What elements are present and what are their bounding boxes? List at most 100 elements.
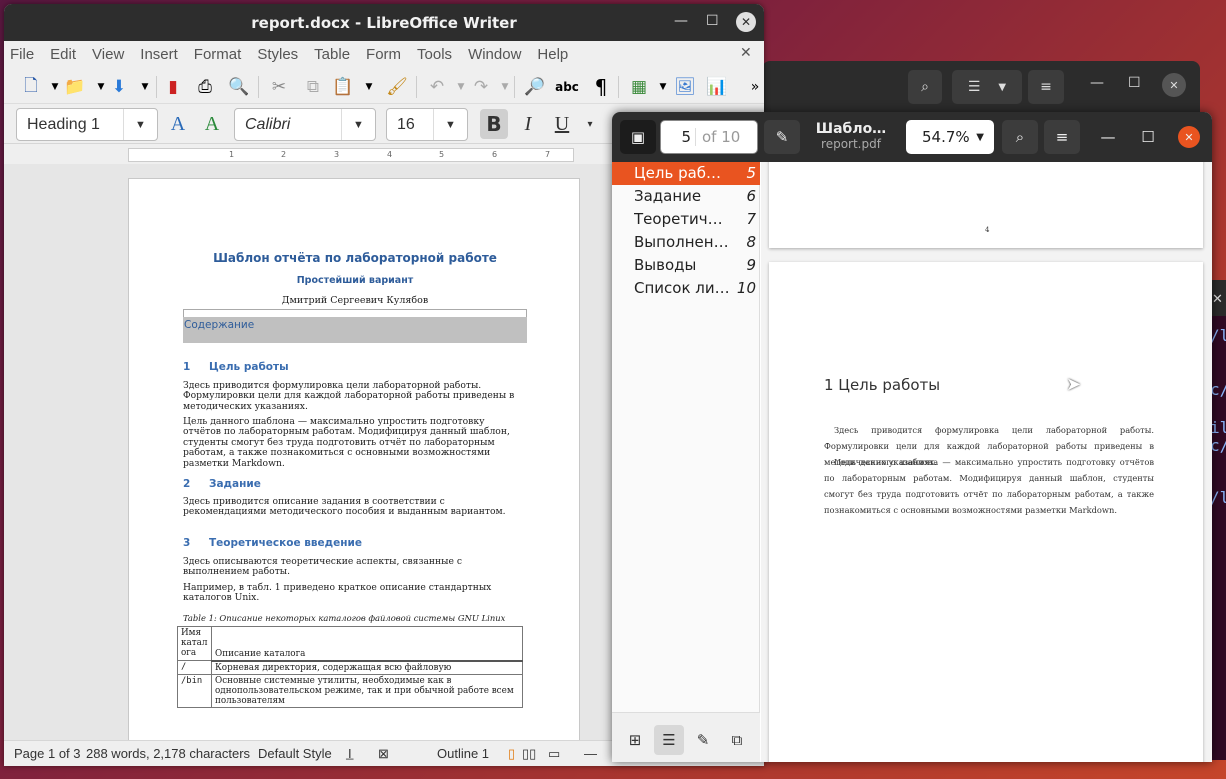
menu-view[interactable]: View [92,46,124,63]
insert-table-icon[interactable]: ▦ [626,74,652,100]
multi-page-view-icon[interactable]: ▯▯ [522,746,536,762]
table-caption: Table 1: Описание некоторых каталогов фа… [183,613,506,623]
terminal-line: /l [1210,326,1226,345]
underline-button[interactable]: U [548,109,576,139]
book-view-icon[interactable]: ▭ [548,746,560,762]
page-number-field[interactable]: 5 of 10 [660,120,758,154]
pdf-close-button[interactable]: ✕ [1178,126,1200,148]
maximize-icon[interactable]: ☐ [1128,75,1141,91]
menu-help[interactable]: Help [537,46,568,63]
files-view-toggle[interactable]: ☰ ▼ [952,70,1022,104]
open-folder-icon[interactable]: 📁 [62,74,88,100]
ruler-number: 5 [439,150,445,159]
export-pdf-icon[interactable]: ▮ [160,74,186,100]
outline-item[interactable]: Задание 6 [612,185,760,208]
files-close-button[interactable]: ✕ [1162,73,1186,97]
hamburger-menu-icon: ≡ [1055,128,1069,146]
menu-tools[interactable]: Tools [417,46,452,63]
status-page-count[interactable]: Page 1 of 3 [14,746,81,761]
chevron-down-icon[interactable]: ▾ [576,109,604,139]
paragraph-style-select[interactable]: Heading 1 ▼ [16,108,158,141]
pdf-document-view[interactable]: 4 1 Цель работы Здесь приводится формули… [761,162,1212,762]
copy-icon[interactable]: ⧉ [300,74,326,100]
redo-icon[interactable]: ↷ [468,74,494,100]
pdf-viewer-window: ▣ 5 of 10 ✎ Шабло… report.pdf 54.7% ▼ ⌕ … [612,112,1212,762]
zoom-select[interactable]: 54.7% ▼ [906,120,994,154]
spellcheck-icon[interactable]: abc [554,74,580,100]
annotations-icon[interactable]: ✎ [688,725,718,755]
status-word-count[interactable]: 288 words, 2,178 characters [86,746,250,761]
section-title: Цель работы [209,361,289,373]
update-style-icon[interactable]: A [164,109,192,139]
digital-signature-icon[interactable]: ⊠ [378,746,389,762]
doc-title: Шаблон отчёта по лабораторной работе [213,251,497,265]
sidebar-toggle-button[interactable]: ▣ [620,120,656,154]
save-icon[interactable]: ⬇ [106,74,132,100]
status-page-style[interactable]: Default Style [258,746,332,761]
pdf-menu-button[interactable]: ≡ [1044,120,1080,154]
find-replace-icon[interactable]: 🔎 [522,74,548,100]
undo-icon[interactable]: ↶ [424,74,450,100]
table-header-cell: Описание каталога [211,626,523,662]
paragraph-style-value: Heading 1 [27,115,100,133]
annotate-button[interactable]: ✎ [764,120,800,154]
menu-window[interactable]: Window [468,46,521,63]
font-name-select[interactable]: Calibri ▼ [234,108,376,141]
menu-table[interactable]: Table [314,46,350,63]
outline-sidebar: Цель работы 5 Задание 6 Теоретичес… 7 Выпол… [612,162,760,762]
outline-item[interactable]: Список лит… 10 [612,277,760,300]
outline-icon[interactable]: ☰ [654,725,684,755]
menu-form[interactable]: Form [366,46,401,63]
menu-file[interactable]: File [10,46,34,63]
maximize-icon[interactable]: ☐ [1138,120,1158,154]
close-document-icon[interactable]: ✕ [740,45,752,61]
single-page-view-icon[interactable]: ▯ [508,746,515,762]
files-menu-button[interactable]: ≡ [1028,70,1064,104]
new-style-icon[interactable]: A [198,109,226,139]
cut-icon[interactable]: ✂ [266,74,292,100]
minimize-icon[interactable]: — [1098,120,1118,154]
page-number-input[interactable]: 5 [661,128,695,146]
clone-formatting-icon[interactable]: 🖌 [384,74,410,100]
paste-icon[interactable]: 📋 [330,74,356,100]
document-page[interactable]: Шаблон отчёта по лабораторной работе Про… [128,178,580,766]
menu-format[interactable]: Format [194,46,242,63]
more-options-icon[interactable]: » [742,74,764,100]
new-document-icon[interactable]: 🗋 [18,74,44,100]
menu-styles[interactable]: Styles [257,46,298,63]
chevron-down-icon[interactable]: ▼ [356,74,382,100]
bookmarks-icon[interactable]: ⧉ [722,725,752,755]
files-search-button[interactable]: ⌕ [908,70,942,104]
ruler-number: 1 [229,150,235,159]
print-preview-icon[interactable]: 🔍 [226,74,252,100]
terminal-tab-close-icon[interactable]: ✕ [1212,292,1223,307]
pdf-search-button[interactable]: ⌕ [1002,120,1038,154]
insert-image-icon[interactable]: 🖼 [672,74,698,100]
outline-item[interactable]: Теоретичес… 7 [612,208,760,231]
print-icon[interactable]: ⎙ [192,74,218,100]
status-outline[interactable]: Outline 1 [437,746,489,761]
formatting-marks-icon[interactable]: ¶ [588,74,614,100]
directory-table[interactable]: Имя катал ога Описание каталога / Корнев… [177,626,523,708]
thumbnails-icon[interactable]: ⊞ [620,725,650,755]
font-size-select[interactable]: 16 ▼ [386,108,468,141]
minimize-icon[interactable]: — [1090,75,1104,91]
chevron-down-icon[interactable]: ▼ [132,74,158,100]
font-name-value: Calibri [245,115,291,133]
chevron-down-icon: ▼ [976,131,984,143]
horizontal-ruler[interactable]: 1 2 3 4 5 6 7 [128,148,574,162]
outline-item[interactable]: Цель работы 5 [612,162,760,185]
ruler-number: 6 [492,150,498,159]
maximize-icon[interactable]: ☐ [706,13,719,29]
zoom-out-icon[interactable]: — [584,746,597,761]
minimize-icon[interactable]: — [674,13,688,29]
bold-button[interactable]: B [480,109,508,139]
outline-item[interactable]: Выполнени… 8 [612,231,760,254]
doc-author: Дмитрий Сергеевич Кулябов [281,295,429,306]
outline-item[interactable]: Выводы 9 [612,254,760,277]
insert-chart-icon[interactable]: 📊 [704,74,730,100]
window-close-button[interactable]: ✕ [736,12,756,32]
italic-button[interactable]: I [514,109,542,139]
menu-edit[interactable]: Edit [50,46,76,63]
menu-insert[interactable]: Insert [140,46,178,63]
